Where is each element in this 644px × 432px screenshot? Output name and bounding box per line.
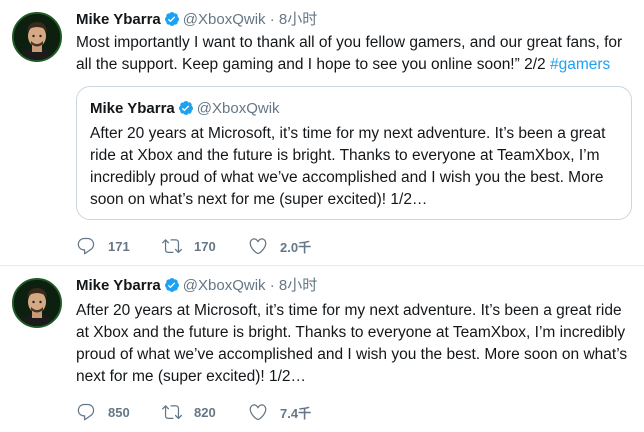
avatar[interactable] [12,12,62,62]
reply-icon [77,237,95,255]
tweet-actions: 850 820 7.4千 [76,400,343,424]
like-button[interactable]: 7.4千 [248,402,311,422]
like-count: 7.4千 [280,405,312,421]
retweet-count: 820 [194,404,216,420]
reply-icon [77,403,95,421]
like-button[interactable]: 2.0千 [248,236,311,256]
reply-button[interactable]: 850 [76,402,130,422]
retweet-icon [162,239,182,254]
retweet-count: 170 [194,238,216,254]
tweet-text: After 20 years at Microsoft, it’s time f… [76,302,628,385]
author-name[interactable]: Mike Ybarra [76,277,161,294]
author-handle[interactable]: @XboxQwik [183,277,266,294]
verified-badge-icon [164,277,180,293]
tweet-text-body: Most importantly I want to thank all of … [76,34,623,73]
reply-button[interactable]: 171 [76,236,130,256]
timestamp[interactable]: 8小时 [279,11,317,28]
tweet-header: Mike Ybarra @XboxQwik · 8小时 [76,276,317,296]
tweet[interactable]: Mike Ybarra @XboxQwik · 8小时 Most importan… [0,0,644,266]
avatar[interactable] [12,278,62,328]
quoted-tweet-text: After 20 years at Microsoft, it’s time f… [90,125,606,208]
timestamp[interactable]: 8小时 [279,277,317,294]
retweet-button[interactable]: 820 [162,402,216,422]
heart-icon [249,404,267,421]
author-handle[interactable]: @XboxQwik [183,11,266,28]
quoted-tweet[interactable]: Mike Ybarra @XboxQwik After 20 years at M… [76,86,632,220]
retweet-icon [162,405,182,420]
heart-icon [249,238,267,255]
verified-badge-icon [164,11,180,27]
like-count: 2.0千 [280,239,312,255]
quoted-author-name: Mike Ybarra [90,100,175,117]
tweet-header: Mike Ybarra @XboxQwik · 8小时 [76,10,317,30]
reply-count: 850 [108,404,130,420]
author-name[interactable]: Mike Ybarra [76,11,161,28]
tweet-actions: 171 170 2.0千 [76,234,343,258]
retweet-button[interactable]: 170 [162,236,216,256]
separator-dot: · [269,11,275,28]
separator-dot: · [269,277,275,294]
quoted-tweet-header: Mike Ybarra @XboxQwik [90,99,280,119]
tweet[interactable]: Mike Ybarra @XboxQwik · 8小时 After 20 year… [0,266,644,432]
verified-badge-icon [178,100,194,116]
tweet-text: Most importantly I want to thank all of … [76,32,632,76]
hashtag-link[interactable]: #gamers [550,56,610,73]
reply-count: 171 [108,238,130,254]
quoted-author-handle: @XboxQwik [196,100,280,117]
